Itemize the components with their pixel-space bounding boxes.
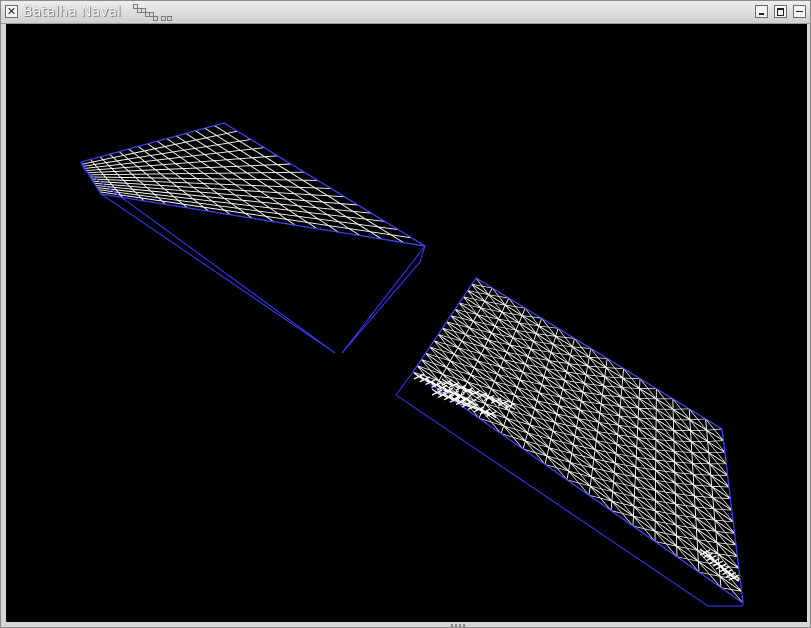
enemy-board[interactable] <box>395 277 744 607</box>
opengl-viewport[interactable] <box>6 24 807 622</box>
shade-icon[interactable] <box>793 5 806 18</box>
close-x-icon[interactable]: ✕ <box>5 5 18 18</box>
title-bar-stairs-icon <box>133 4 172 21</box>
application-window: ✕ Batalha Naval <box>0 0 811 628</box>
window-title: Batalha Naval <box>23 4 121 20</box>
minimize-icon[interactable] <box>755 5 768 18</box>
player-board[interactable] <box>80 122 426 354</box>
title-bar[interactable]: ✕ Batalha Naval <box>1 1 810 24</box>
maximize-icon[interactable] <box>774 5 787 18</box>
resize-grip-icon[interactable] <box>451 624 467 628</box>
